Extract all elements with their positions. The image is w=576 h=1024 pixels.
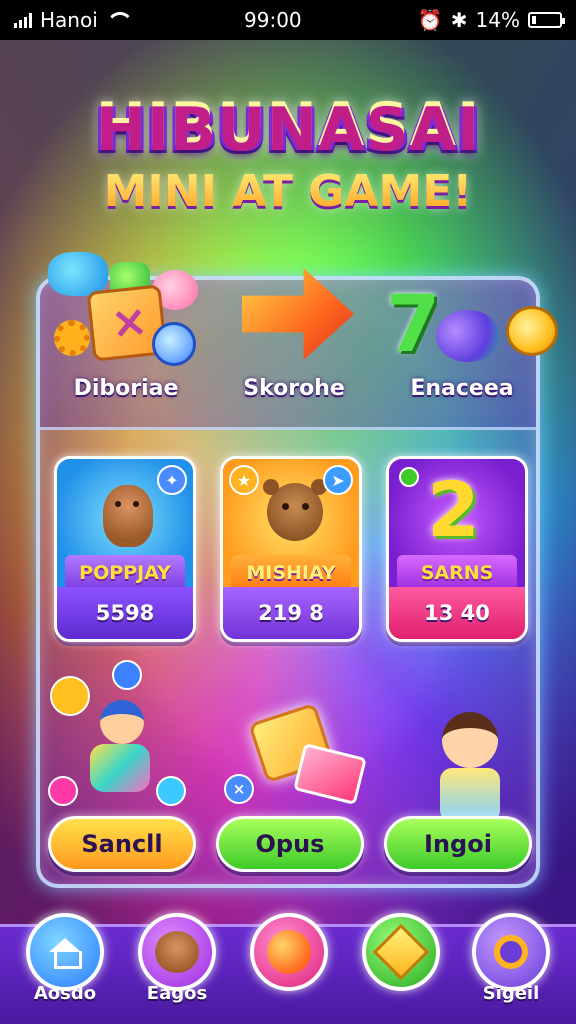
status-bar: Hanoi 99:00 ⏰ ✱ 14% <box>0 0 576 40</box>
card-title: POPPJAY <box>65 555 185 591</box>
number-two-icon: 2 <box>427 465 480 554</box>
nav-profile[interactable]: Sigeil <box>468 913 554 1023</box>
gold-coin-icon <box>506 306 558 356</box>
mode-label-2[interactable]: Skorohe <box>214 376 374 401</box>
star-badge-icon: ★ <box>229 465 259 495</box>
profile-icon[interactable] <box>472 913 550 991</box>
swirl-icon <box>436 310 500 362</box>
game-subtitle: MINI AT GAME! <box>0 166 576 217</box>
kid-character-right <box>432 712 512 822</box>
sancll-button[interactable]: Sancll <box>48 816 196 872</box>
ingoi-button[interactable]: Ingoi <box>384 816 532 872</box>
arrow-right-icon[interactable] <box>242 268 354 360</box>
card-score: 5598 <box>57 587 193 639</box>
star-badge-icon: ✦ <box>157 465 187 495</box>
candy-blue-icon <box>48 252 108 296</box>
gold-coin-icon <box>50 676 90 716</box>
gem-icon <box>293 742 367 806</box>
game-card-1[interactable]: ✦ POPPJAY 5598 <box>54 456 196 642</box>
game-card-2[interactable]: ★ ➤ MISHIAY 219 8 <box>220 456 362 642</box>
alarm-icon: ⏰ <box>417 8 443 32</box>
blue-coin-icon <box>152 322 196 366</box>
lucky-seven-icon[interactable]: 7 <box>386 280 440 370</box>
game-title: HIBUNASAI <box>0 92 576 162</box>
nav-eagos[interactable]: Eagos <box>134 913 220 1023</box>
gear-icon <box>54 320 90 356</box>
card-score: 13 40 <box>389 587 525 639</box>
battery-percent: 14% <box>475 8 520 32</box>
bottom-nav: Aosdo Eagos Sigeil <box>0 913 576 1024</box>
signal-icon <box>14 12 32 28</box>
card-score: 219 8 <box>223 587 359 639</box>
nav-label: Aosdo <box>33 983 97 1004</box>
game-panel: 7 Diboriae Skorohe Enaceea ✦ POPPJAY 559… <box>36 252 558 888</box>
blue-coin-icon <box>112 660 142 690</box>
mode-row: 7 Diboriae Skorohe Enaceea <box>40 252 558 430</box>
orb-badge-icon <box>399 467 419 487</box>
bear-face-icon[interactable] <box>138 913 216 991</box>
gem-icon[interactable] <box>362 913 440 991</box>
bluetooth-icon: ✱ <box>450 8 468 32</box>
nav-label: Sigeil <box>482 983 540 1004</box>
blue-orb-icon <box>156 776 186 806</box>
opus-button[interactable]: Opus <box>216 816 364 872</box>
mode-label-3[interactable]: Enaceea <box>382 376 542 401</box>
ball-icon[interactable] <box>250 913 328 991</box>
wifi-icon <box>106 12 128 28</box>
kid-character-left <box>84 700 154 796</box>
card-title: SARNS <box>397 555 517 591</box>
nav-label: Eagos <box>146 983 208 1004</box>
carrier-name: Hanoi <box>40 8 98 32</box>
pink-orb-icon <box>48 776 78 806</box>
game-card-3[interactable]: 2 SARNS 13 40 <box>386 456 528 642</box>
mode-label-1[interactable]: Diboriae <box>46 376 206 401</box>
nav-play[interactable] <box>246 913 332 1023</box>
send-badge-icon: ➤ <box>323 465 353 495</box>
card-title: MISHIAY <box>231 555 351 591</box>
nav-gem[interactable] <box>358 913 444 1023</box>
home-icon[interactable] <box>26 913 104 991</box>
bear-mascot-icon <box>263 479 323 541</box>
clock: 99:00 <box>244 8 302 32</box>
battery-icon <box>528 12 565 28</box>
nav-home[interactable]: Aosdo <box>22 913 108 1023</box>
otter-mascot-icon <box>103 485 153 547</box>
close-badge-icon: × <box>224 774 254 804</box>
